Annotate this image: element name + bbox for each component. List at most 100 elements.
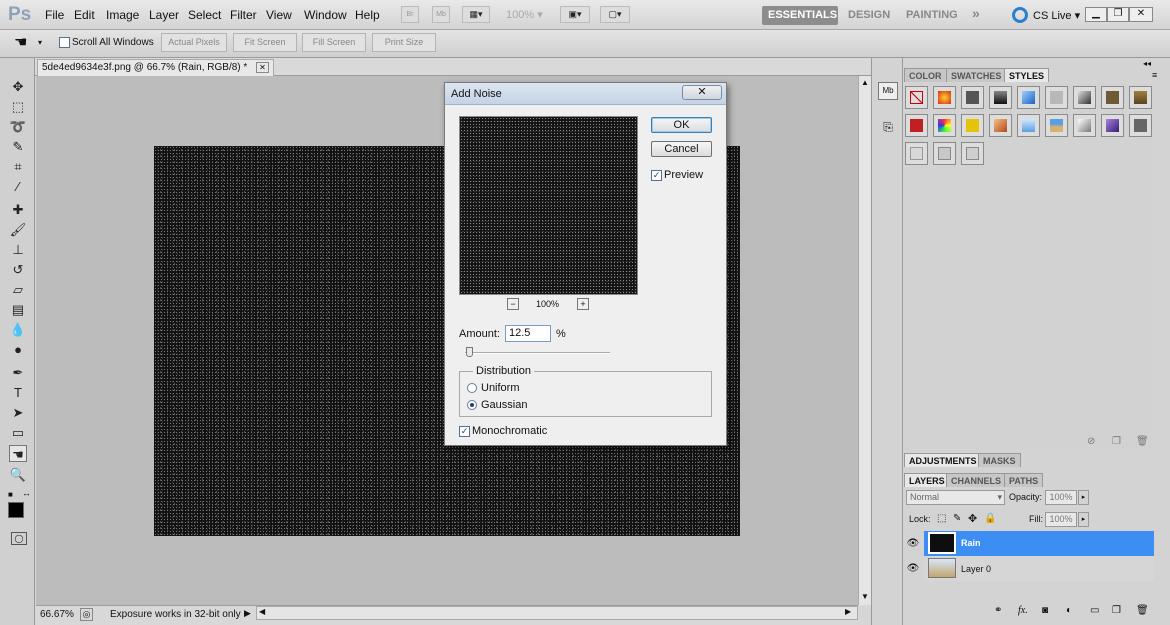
new-layer-icon[interactable]: ❐: [1112, 605, 1121, 616]
hand-tool-icon[interactable]: ☚: [9, 445, 27, 462]
style-swatch[interactable]: [1045, 86, 1068, 109]
close-document-icon[interactable]: ✕: [256, 62, 269, 73]
workspace-painting[interactable]: PAINTING: [900, 6, 964, 25]
pen-tool-icon[interactable]: ✒: [9, 364, 27, 381]
history-brush-tool-icon[interactable]: ↺: [9, 261, 27, 278]
tab-swatches[interactable]: SWATCHES: [946, 68, 1007, 82]
style-swatch[interactable]: [1129, 114, 1152, 137]
status-info-icon[interactable]: ◎: [80, 608, 93, 621]
menu-filter[interactable]: Filter: [230, 8, 257, 22]
tab-masks[interactable]: MASKS: [978, 453, 1021, 467]
new-group-icon[interactable]: ▭: [1090, 605, 1099, 616]
tab-styles[interactable]: STYLES: [1004, 68, 1050, 82]
dialog-close-button[interactable]: ✕: [682, 85, 722, 100]
lock-transparent-icon[interactable]: ⬚: [937, 513, 946, 524]
scroll-all-windows-checkbox[interactable]: [59, 37, 70, 48]
fit-screen-button[interactable]: Fit Screen: [233, 33, 297, 52]
style-swatch[interactable]: [1017, 114, 1040, 137]
menu-layer[interactable]: Layer: [149, 8, 179, 22]
minimize-button[interactable]: ▁: [1085, 7, 1107, 22]
style-swatch[interactable]: [1101, 86, 1124, 109]
style-swatch[interactable]: [1073, 86, 1096, 109]
bridge-icon[interactable]: Br: [401, 6, 419, 23]
quick-selection-tool-icon[interactable]: ✎: [9, 138, 27, 155]
amount-slider-thumb[interactable]: [466, 347, 474, 357]
scroll-down-icon[interactable]: ▼: [861, 592, 869, 601]
eyedropper-tool-icon[interactable]: ⁄: [9, 178, 27, 195]
delete-layer-icon[interactable]: 🗑: [1136, 605, 1149, 616]
preview-checkbox[interactable]: ✓: [651, 170, 662, 181]
scroll-up-icon[interactable]: ▲: [861, 78, 869, 87]
healing-brush-tool-icon[interactable]: ✚: [9, 201, 27, 218]
zoom-in-button[interactable]: +: [577, 298, 589, 310]
minibridge-panel-icon[interactable]: Mb: [878, 82, 898, 100]
default-colors-icon[interactable]: ■: [8, 490, 13, 499]
noise-preview[interactable]: [459, 116, 638, 295]
fill-arrow-icon[interactable]: ▸: [1078, 512, 1089, 527]
tab-color[interactable]: COLOR: [904, 68, 947, 82]
style-swatch[interactable]: [961, 142, 984, 165]
blur-tool-icon[interactable]: 💧: [9, 321, 27, 338]
menu-file[interactable]: File: [45, 8, 64, 22]
style-swatch[interactable]: [933, 114, 956, 137]
horizontal-scrollbar[interactable]: ◀ ▶: [256, 606, 858, 620]
minibridge-icon[interactable]: Mb: [432, 6, 450, 23]
opacity-input[interactable]: 100%: [1045, 490, 1077, 505]
monochromatic-checkbox[interactable]: ✓: [459, 426, 470, 437]
clear-style-icon[interactable]: ⊘: [1087, 436, 1095, 447]
menu-window[interactable]: Window: [304, 8, 347, 22]
collapse-panels-icon[interactable]: ◂◂: [1143, 59, 1151, 68]
screen-mode-icon[interactable]: ▢▾: [600, 6, 630, 23]
scroll-right-icon[interactable]: ▶: [845, 607, 851, 616]
style-swatch[interactable]: [989, 86, 1012, 109]
arrange-documents-icon[interactable]: ▣▾: [560, 6, 590, 23]
menu-view[interactable]: View: [266, 8, 292, 22]
style-none[interactable]: [905, 86, 928, 109]
tab-paths[interactable]: PATHS: [1004, 473, 1044, 487]
new-style-icon[interactable]: ❐: [1112, 436, 1121, 447]
view-extras-icon[interactable]: ▦▾: [462, 6, 490, 23]
amount-input[interactable]: 12.5: [505, 325, 551, 342]
layer-style-fx-icon[interactable]: fx.: [1018, 605, 1028, 616]
layer-row-layer-0[interactable]: Layer 0: [924, 556, 1154, 581]
style-swatch[interactable]: [961, 114, 984, 137]
style-swatch[interactable]: [1129, 86, 1152, 109]
lock-image-icon[interactable]: ✎: [953, 513, 961, 524]
layer-visibility-eye-icon[interactable]: 👁: [906, 537, 920, 551]
type-tool-icon[interactable]: T: [9, 384, 27, 401]
style-swatch[interactable]: [989, 114, 1012, 137]
gradient-tool-icon[interactable]: ▤: [9, 301, 27, 318]
adjustment-layer-icon[interactable]: ◐: [1066, 605, 1072, 616]
uniform-radio[interactable]: [467, 383, 477, 393]
crop-tool-icon[interactable]: ⌗: [9, 158, 27, 175]
fill-input[interactable]: 100%: [1045, 512, 1077, 527]
tab-channels[interactable]: CHANNELS: [946, 473, 1007, 487]
cancel-button[interactable]: Cancel: [651, 141, 712, 157]
style-swatch[interactable]: [961, 86, 984, 109]
tab-layers[interactable]: LAYERS: [904, 473, 950, 487]
layer-visibility-eye-icon[interactable]: 👁: [906, 562, 920, 576]
dialog-titlebar[interactable]: Add Noise ✕: [445, 83, 726, 105]
menu-edit[interactable]: Edit: [74, 8, 95, 22]
history-panel-icon[interactable]: ⎘: [878, 120, 898, 138]
clone-stamp-tool-icon[interactable]: ⊥: [9, 241, 27, 258]
style-swatch[interactable]: [905, 142, 928, 165]
print-size-button[interactable]: Print Size: [372, 33, 436, 52]
style-swatch[interactable]: [1073, 114, 1096, 137]
actual-pixels-button[interactable]: Actual Pixels: [161, 33, 227, 52]
fill-screen-button[interactable]: Fill Screen: [302, 33, 366, 52]
panel-menu-icon[interactable]: ≡: [1152, 70, 1157, 80]
lock-position-icon[interactable]: ✥: [968, 512, 977, 525]
lock-all-icon[interactable]: 🔒: [984, 513, 996, 524]
workspace-essentials[interactable]: ESSENTIALS: [762, 6, 838, 25]
quick-mask-icon[interactable]: ◯: [11, 532, 27, 545]
menu-image[interactable]: Image: [106, 8, 139, 22]
style-swatch[interactable]: [1101, 114, 1124, 137]
ok-button[interactable]: OK: [651, 117, 712, 133]
style-swatch[interactable]: [933, 86, 956, 109]
menu-select[interactable]: Select: [188, 8, 221, 22]
delete-style-icon[interactable]: 🗑: [1136, 436, 1149, 447]
foreground-color-swatch[interactable]: [8, 502, 24, 518]
more-workspaces-icon[interactable]: »: [966, 4, 986, 23]
dodge-tool-icon[interactable]: ●: [9, 341, 27, 358]
